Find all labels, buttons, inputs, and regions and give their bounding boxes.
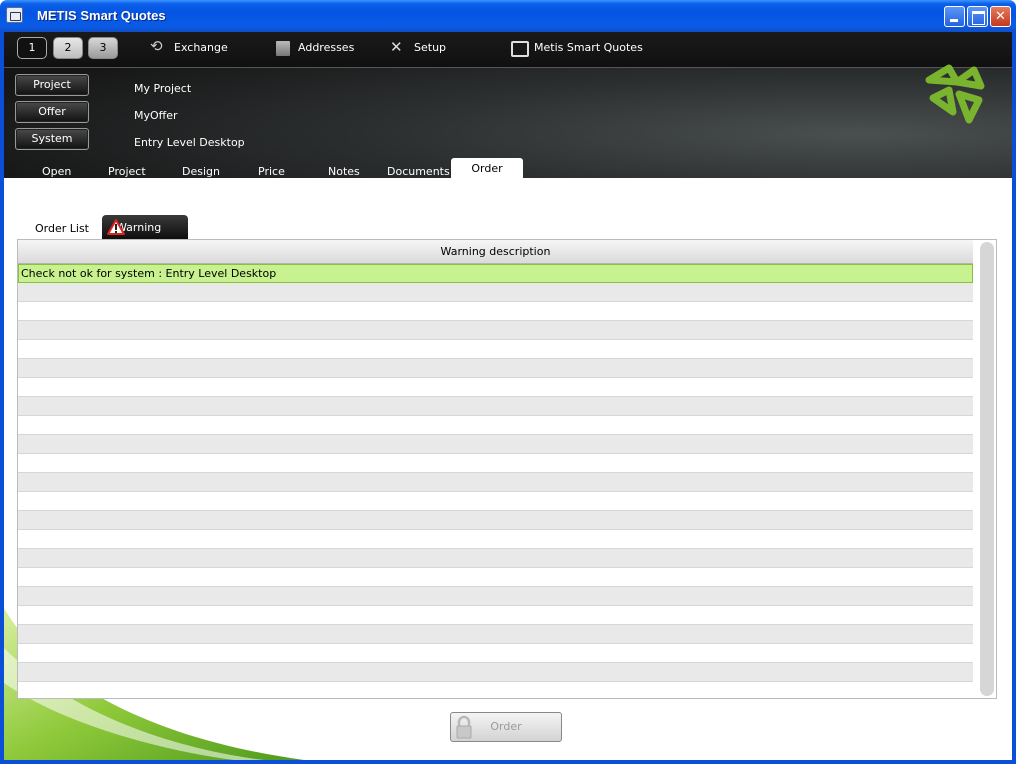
column-header-warning-description[interactable]: Warning description [18, 240, 973, 264]
step-3-button[interactable]: 3 [88, 37, 118, 59]
project-value: My Project [134, 82, 192, 95]
metis-smart-quotes-button[interactable]: Metis Smart Quotes [510, 40, 643, 58]
empty-table-row [18, 663, 973, 682]
close-button[interactable]: ✕ [990, 6, 1011, 27]
empty-table-row [18, 625, 973, 644]
tab-documents[interactable]: Documents [387, 165, 450, 178]
subtab-order-list[interactable]: Order List [35, 222, 89, 235]
vertical-scrollbar[interactable] [980, 242, 994, 696]
table-row[interactable]: Check not ok for system : Entry Level De… [18, 264, 973, 283]
empty-table-row [18, 473, 973, 492]
empty-table-row [18, 321, 973, 340]
app-icon[interactable] [6, 7, 23, 23]
exchange-button[interactable]: Exchange [150, 38, 228, 58]
window-border-bottom [0, 760, 1016, 764]
metis-logo-icon [925, 64, 985, 124]
minimize-button[interactable] [944, 6, 965, 27]
empty-table-row [18, 492, 973, 511]
empty-table-row [18, 283, 973, 302]
setup-label: Setup [414, 41, 447, 54]
offer-value: MyOffer [134, 109, 178, 122]
empty-table-row [18, 587, 973, 606]
tab-notes[interactable]: Notes [328, 165, 360, 178]
offer-button[interactable]: Offer [15, 101, 89, 123]
empty-table-row [18, 549, 973, 568]
empty-table-row [18, 340, 973, 359]
tab-design[interactable]: Design [182, 165, 220, 178]
tab-open[interactable]: Open [42, 165, 71, 178]
exchange-label: Exchange [174, 41, 228, 54]
app-window-icon [510, 40, 529, 57]
empty-table-row [18, 606, 973, 625]
empty-table-row [18, 530, 973, 549]
window-title: METIS Smart Quotes [37, 8, 166, 23]
empty-table-row [18, 435, 973, 454]
minimize-icon [945, 7, 964, 26]
setup-button[interactable]: Setup [390, 39, 447, 58]
empty-table-row [18, 644, 973, 663]
project-button[interactable]: Project [15, 74, 89, 96]
warnings-table: Warning description Check not ok for sys… [17, 239, 997, 699]
subtab-warning[interactable]: Warning [102, 215, 188, 240]
empty-table-row [18, 454, 973, 473]
step-2-button[interactable]: 2 [53, 37, 83, 59]
order-panel: Order List Warning Warning description C… [4, 178, 1012, 760]
system-value: Entry Level Desktop [134, 136, 245, 149]
addresses-label: Addresses [298, 41, 355, 54]
tab-price[interactable]: Price [258, 165, 285, 178]
setup-icon [390, 39, 408, 56]
maximize-icon [968, 7, 987, 26]
warning-icon [107, 219, 125, 235]
empty-table-row [18, 378, 973, 397]
empty-table-row [18, 397, 973, 416]
order-button-label: Order [490, 720, 522, 733]
empty-table-row [18, 302, 973, 321]
app-header: 1 2 3 Exchange Addresses Setup Metis Sma… [4, 32, 1012, 178]
metis-smart-quotes-label: Metis Smart Quotes [534, 41, 643, 54]
table-body: Check not ok for system : Entry Level De… [18, 264, 973, 682]
step-1-button[interactable]: 1 [17, 37, 47, 59]
tab-order[interactable]: Order [451, 158, 523, 178]
empty-table-row [18, 359, 973, 378]
toolbar: 1 2 3 Exchange Addresses Setup Metis Sma… [4, 32, 1012, 68]
exchange-icon [150, 38, 168, 56]
tab-project[interactable]: Project [108, 165, 146, 178]
lock-icon [456, 715, 472, 739]
empty-table-row [18, 568, 973, 587]
addresses-button[interactable]: Addresses [274, 40, 354, 58]
empty-table-row [18, 511, 973, 530]
window-border-right [1012, 32, 1016, 764]
title-bar[interactable]: METIS Smart Quotes ✕ [0, 0, 1016, 32]
close-icon: ✕ [995, 9, 1006, 24]
addresses-icon [274, 40, 292, 56]
maximize-button[interactable] [967, 6, 988, 27]
system-button[interactable]: System [15, 128, 89, 150]
order-button[interactable]: Order [450, 712, 562, 742]
empty-table-row [18, 416, 973, 435]
